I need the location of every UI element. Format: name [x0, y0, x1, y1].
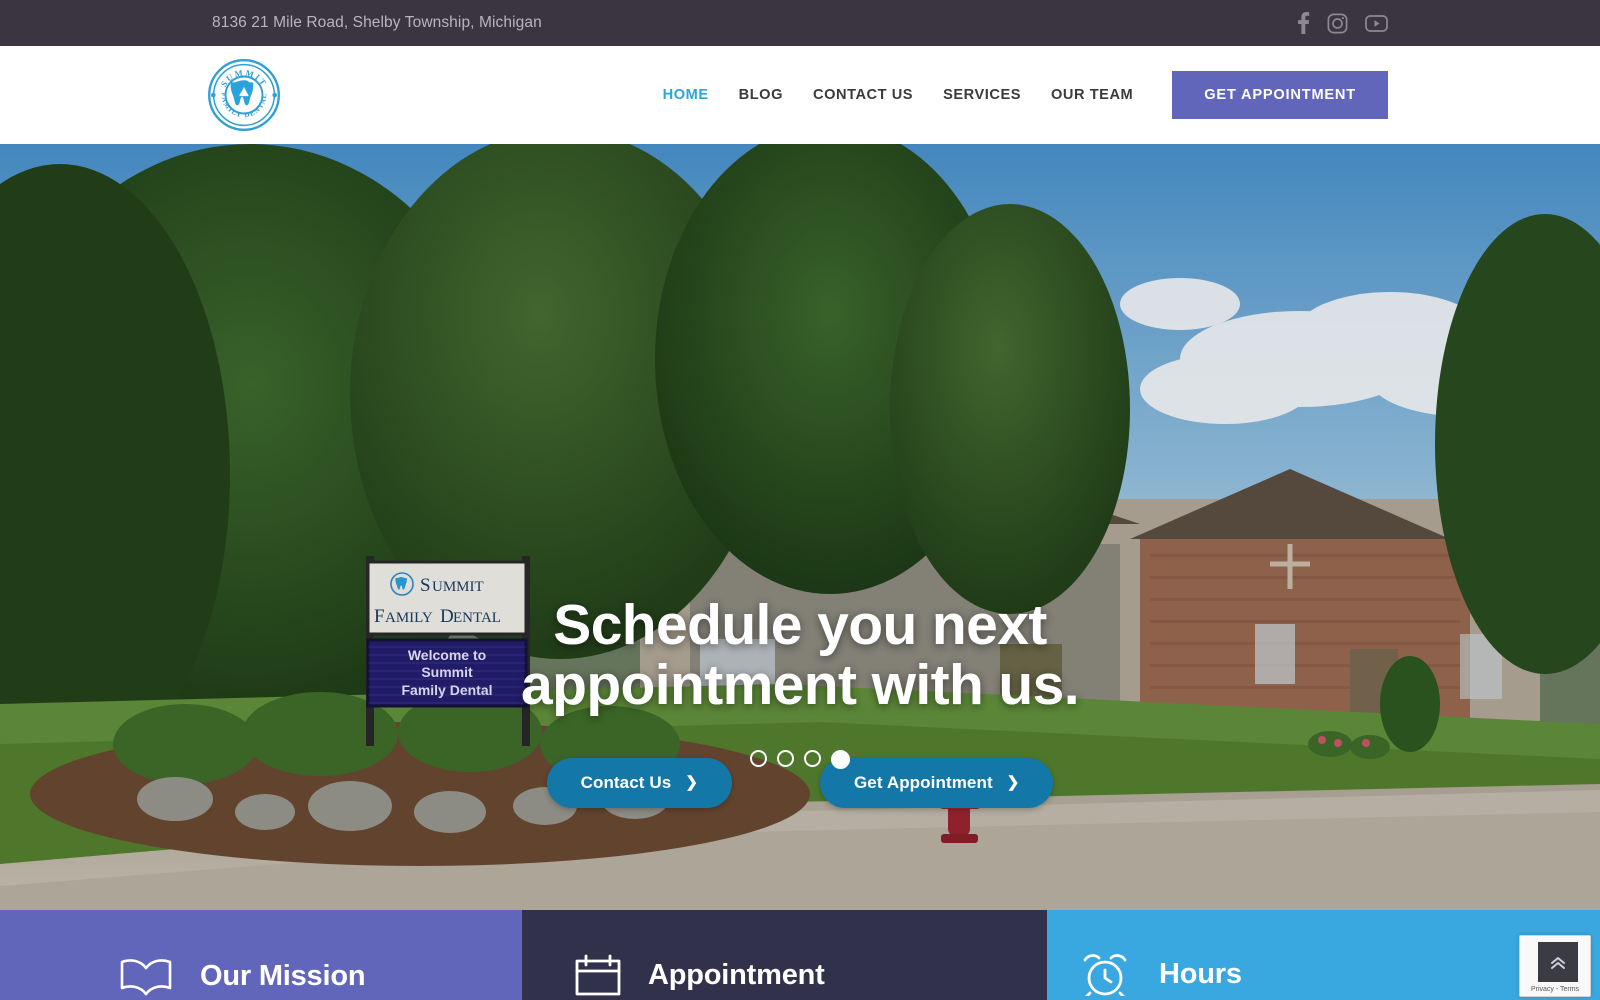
open-book-icon: [118, 956, 174, 996]
site-logo[interactable]: SUMMIT FAMILY DENTAL: [207, 58, 281, 132]
alarm-clock-icon: [1077, 952, 1133, 996]
feature-panels: Our Mission Appointment Hours: [0, 910, 1600, 1000]
carousel-dot-4[interactable]: [831, 750, 850, 769]
facebook-icon[interactable]: [1297, 12, 1310, 34]
nav-item-blog[interactable]: BLOG: [724, 87, 798, 103]
instagram-icon[interactable]: [1327, 13, 1348, 34]
get-appointment-button[interactable]: GET APPOINTMENT: [1172, 71, 1388, 119]
scroll-to-top-button[interactable]: [1538, 942, 1578, 982]
hero-get-appointment-label: Get Appointment: [853, 772, 993, 792]
panel-appointment-title: Appointment: [648, 958, 825, 991]
panel-our-mission-title: Our Mission: [200, 959, 366, 992]
hero-headline: Schedule you next appointment with us.: [521, 593, 1080, 717]
panel-our-mission[interactable]: Our Mission: [0, 910, 522, 1000]
panel-hours[interactable]: Hours: [1047, 910, 1600, 1000]
double-chevron-up-icon: [1548, 952, 1568, 972]
nav-item-services[interactable]: SERVICES: [928, 87, 1036, 103]
nav-item-contact-us[interactable]: CONTACT US: [798, 87, 928, 103]
practice-address: 8136 21 Mile Road, Shelby Township, Mich…: [212, 14, 542, 31]
hero-contact-us-label: Contact Us: [580, 772, 672, 792]
main-navigation: HOME BLOG CONTACT US SERVICES OUR TEAM G…: [648, 71, 1388, 119]
calendar-icon: [574, 954, 622, 996]
chevron-right-icon: ❯: [685, 774, 698, 792]
top-address-bar: 8136 21 Mile Road, Shelby Township, Mich…: [0, 0, 1600, 46]
recaptcha-terms-label[interactable]: Privacy - Terms: [1531, 986, 1579, 993]
panel-appointment[interactable]: Appointment: [522, 910, 1047, 1000]
site-header: SUMMIT FAMILY DENTAL HOME BLOG CONTACT U…: [0, 46, 1600, 144]
youtube-icon[interactable]: [1365, 14, 1388, 32]
panel-hours-title: Hours: [1159, 957, 1242, 990]
carousel-dots: [0, 750, 1600, 769]
hero-carousel: S UMMIT F AMILY D ENTAL Welcome to Summi…: [0, 144, 1600, 910]
nav-item-home[interactable]: HOME: [648, 87, 724, 103]
carousel-dot-2[interactable]: [777, 750, 794, 767]
chevron-right-icon: ❯: [1006, 774, 1020, 792]
nav-item-our-team[interactable]: OUR TEAM: [1036, 87, 1148, 103]
logo-badge-icon: SUMMIT FAMILY DENTAL: [208, 59, 280, 131]
carousel-dot-3[interactable]: [804, 750, 821, 767]
social-links: [1297, 12, 1388, 34]
hero-content: Schedule you next appointment with us. C…: [0, 593, 1600, 808]
carousel-dot-1[interactable]: [750, 750, 767, 767]
